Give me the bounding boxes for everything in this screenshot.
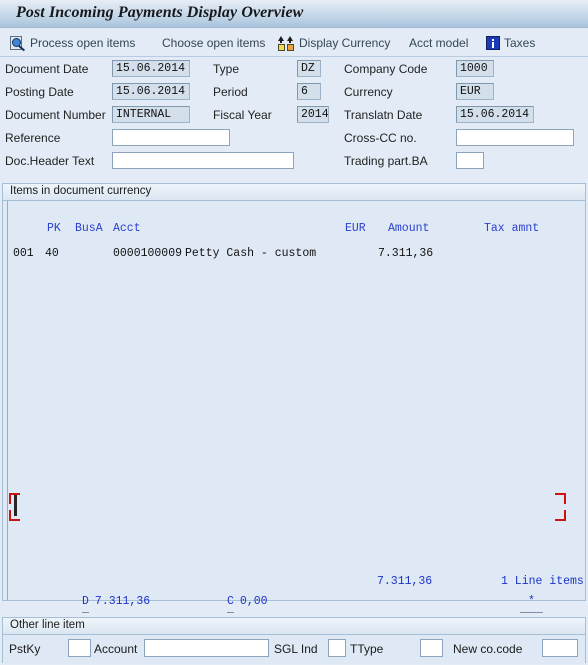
input-document-number[interactable]: INTERNAL xyxy=(112,106,190,123)
input-period[interactable]: 6 xyxy=(297,83,321,100)
input-reference[interactable] xyxy=(112,129,230,146)
toolbar-label-display-currency: Display Currency xyxy=(299,36,391,50)
totals-row: D 7.311,36 C 0,00 7.311,36 * 1 Line items xyxy=(3,572,585,613)
selection-corner-bottom-right xyxy=(555,510,566,521)
toolbar-button-taxes[interactable]: Taxes xyxy=(486,29,535,57)
selection-corner-top-right xyxy=(555,493,566,504)
cell-acct: 0000100009 xyxy=(113,247,183,260)
toolbar-label-process-open-items: Process open items xyxy=(30,36,136,50)
other-line-item-panel: Other line item PstKy Account SGL Ind TT… xyxy=(2,617,586,664)
cell-pk: 40 xyxy=(45,247,59,260)
other-line-item-title: Other line item xyxy=(10,619,85,631)
input-translatn-date[interactable]: 15.06.2014 xyxy=(456,106,534,123)
column-header-curr: EUR xyxy=(345,222,366,235)
input-new-co-code[interactable] xyxy=(542,639,578,657)
label-currency: Currency xyxy=(344,85,393,99)
cell-amount: 7.311,36 xyxy=(378,247,434,260)
other-line-item-header: Other line item xyxy=(3,618,585,635)
input-type[interactable]: DZ xyxy=(297,60,321,77)
input-fiscal-year[interactable]: 2014 xyxy=(297,106,329,123)
label-sgl-ind: SGL Ind xyxy=(274,642,318,656)
input-company-code[interactable]: 1000 xyxy=(456,60,494,77)
input-currency[interactable]: EUR xyxy=(456,83,494,100)
totals-debit-value: 7.311,36 xyxy=(94,595,151,608)
input-posting-date[interactable]: 15.06.2014 xyxy=(112,83,190,100)
label-reference: Reference xyxy=(5,131,61,145)
input-doc-header-text[interactable] xyxy=(112,152,294,169)
totals-balance-value: 7.311,36 xyxy=(377,575,433,588)
label-cross-cc-no: Cross-CC no. xyxy=(344,131,417,145)
sap-transaction-screen: Post Incoming Payments Display Overview … xyxy=(0,0,588,665)
items-in-document-currency-panel: Items in document currency PK BusA Acct … xyxy=(2,183,586,613)
items-grid-header-row: PK BusA Acct EUR Amount Tax amnt xyxy=(3,221,585,237)
input-account[interactable] xyxy=(144,639,269,657)
label-fiscal-year: Fiscal Year xyxy=(213,108,272,122)
text-cursor xyxy=(14,495,17,516)
label-document-date: Document Date xyxy=(5,62,89,76)
totals-credit-value: 0,00 xyxy=(239,595,268,608)
toolbar-button-acct-model[interactable]: Acct model xyxy=(409,29,468,57)
totals-credit-key: C xyxy=(227,592,234,613)
column-header-tax: Tax amnt xyxy=(484,222,540,235)
label-period: Period xyxy=(213,85,248,99)
label-trading-part-ba: Trading part.BA xyxy=(344,154,428,168)
items-panel-header: Items in document currency xyxy=(3,184,585,201)
label-translatn-date: Translatn Date xyxy=(344,108,423,122)
other-line-item-fields: PstKy Account SGL Ind TType New co.code xyxy=(3,635,585,664)
window-title-bar: Post Incoming Payments Display Overview xyxy=(0,0,588,28)
label-ttype: TType xyxy=(350,642,384,656)
page-title: Post Incoming Payments Display Overview xyxy=(16,4,304,21)
label-posting-date: Posting Date xyxy=(5,85,74,99)
info-icon xyxy=(486,36,500,50)
input-sgl-ind[interactable] xyxy=(328,639,346,657)
toolbar-button-process-open-items[interactable]: Process open items xyxy=(10,29,135,57)
input-pstky[interactable] xyxy=(68,639,91,657)
input-ttype[interactable] xyxy=(420,639,443,657)
column-header-busa: BusA xyxy=(75,222,103,235)
column-header-pk: PK xyxy=(47,222,61,235)
cell-item-number: 001 xyxy=(13,247,34,260)
label-account: Account xyxy=(94,642,138,656)
toolbar-button-display-currency[interactable]: Display Currency xyxy=(278,29,390,57)
totals-debit-key: D xyxy=(82,592,89,613)
column-header-acct: Acct xyxy=(113,222,141,235)
input-cross-cc-no[interactable] xyxy=(456,129,574,146)
toolbar-label-taxes: Taxes xyxy=(504,36,536,50)
search-document-icon xyxy=(10,35,26,51)
input-document-date[interactable]: 15.06.2014 xyxy=(112,60,190,77)
application-toolbar: Process open items Choose open items Dis… xyxy=(0,29,588,57)
table-row[interactable]: 001 40 0000100009 Petty Cash - custom 7.… xyxy=(3,246,585,262)
input-trading-part-ba[interactable] xyxy=(456,152,484,169)
document-header-form: Document Date Posting Date Document Numb… xyxy=(0,58,588,182)
label-pstky: PstKy xyxy=(9,642,41,656)
items-panel-title: Items in document currency xyxy=(10,185,152,197)
two-squares-arrows-icon xyxy=(278,35,295,51)
label-type: Type xyxy=(213,62,240,76)
label-company-code: Company Code xyxy=(344,62,428,76)
column-header-amount: Amount xyxy=(388,222,430,235)
items-grid: PK BusA Acct EUR Amount Tax amnt 001 40 … xyxy=(3,201,585,613)
label-doc-header-text: Doc.Header Text xyxy=(5,154,95,168)
toolbar-button-choose-open-items[interactable]: Choose open items xyxy=(162,29,265,57)
totals-line-items-count: 1 Line items xyxy=(501,575,584,588)
toolbar-label-choose-open-items: Choose open items xyxy=(162,36,266,50)
totals-balance-key: * xyxy=(520,592,543,613)
label-document-number: Document Number xyxy=(5,108,106,122)
label-new-co-code: New co.code xyxy=(453,642,523,656)
cell-text: Petty Cash - custom xyxy=(185,247,317,260)
toolbar-label-acct-model: Acct model xyxy=(409,36,469,50)
